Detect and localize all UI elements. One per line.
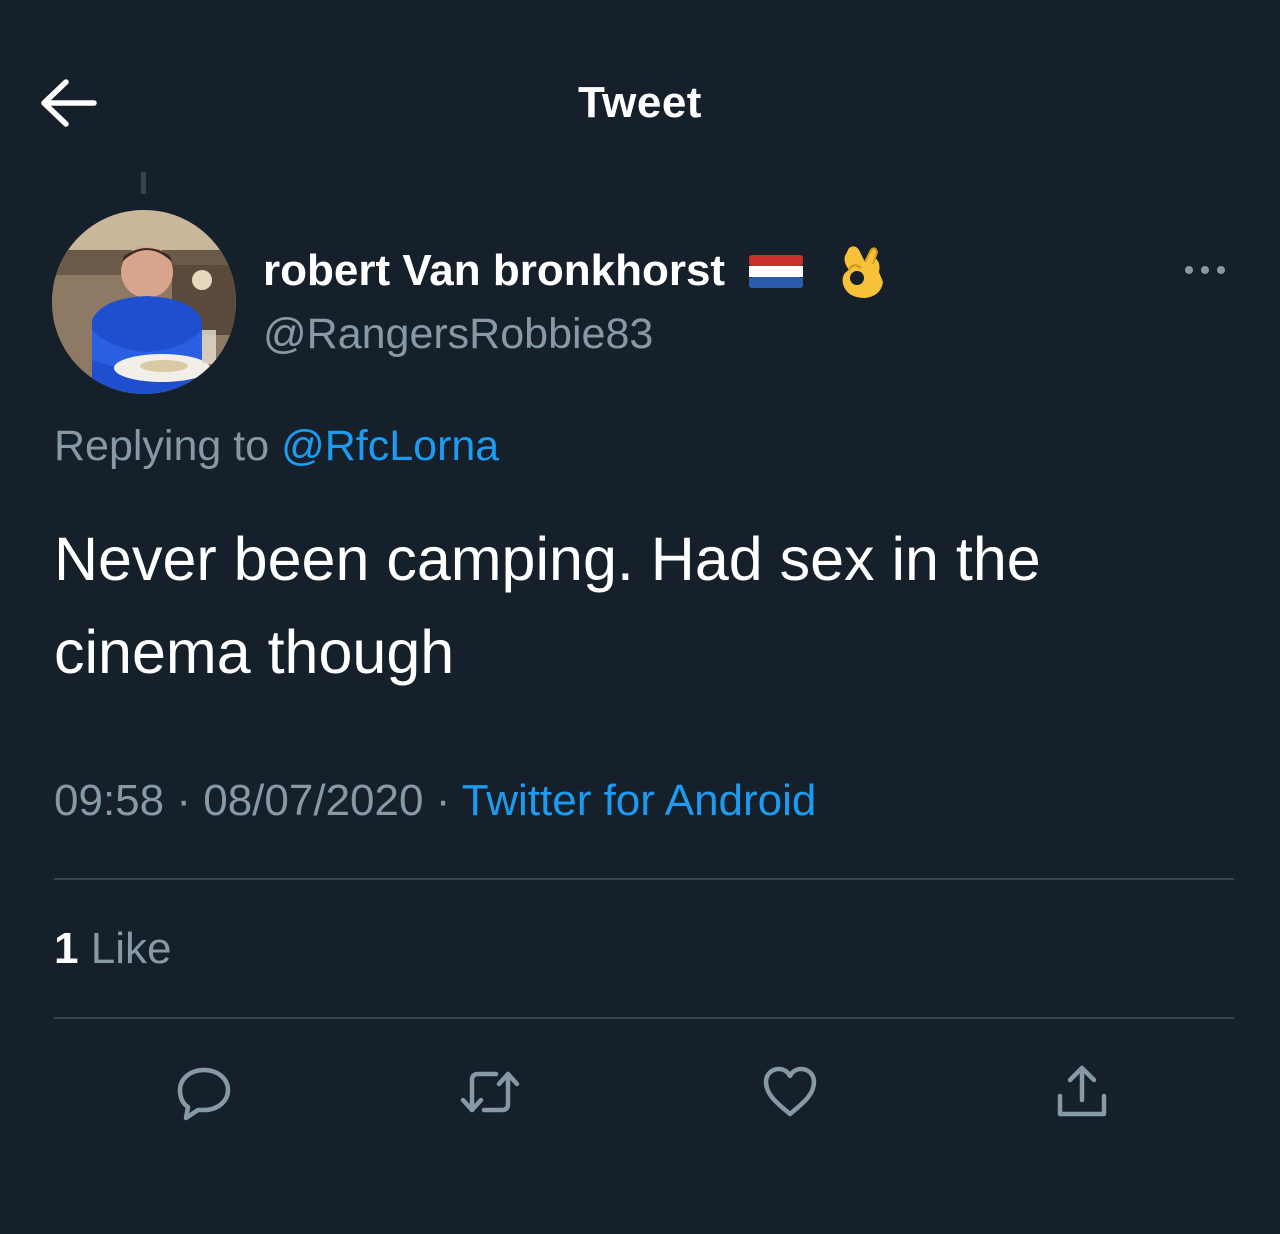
- replying-to-mention[interactable]: @RfcLorna: [281, 422, 499, 470]
- meta-separator: ·: [435, 776, 451, 825]
- thread-connector-line: [141, 172, 146, 194]
- ok-hand-icon: [842, 246, 884, 298]
- tweet-time: 09:58: [54, 776, 165, 825]
- heart-icon: [763, 1066, 817, 1117]
- retweet-icon: [460, 1071, 520, 1113]
- user-display-name[interactable]: robert Van bronkhorst: [263, 242, 889, 300]
- tweet-date: 08/07/2020: [203, 776, 424, 825]
- replying-to: Replying to @RfcLorna: [54, 422, 499, 471]
- user-handle[interactable]: @RangersRobbie83: [263, 310, 653, 359]
- share-icon: [1057, 1065, 1107, 1117]
- avatar-photo: [52, 210, 236, 394]
- reply-button[interactable]: [172, 1060, 236, 1124]
- meta-separator: ·: [176, 776, 191, 825]
- tweet-text: Never been camping. Had sex in the cinem…: [54, 525, 1041, 686]
- tweet-meta: 09:58 · 08/07/2020 · Twitter for Android: [54, 776, 816, 826]
- more-options-icon[interactable]: [1178, 250, 1232, 290]
- replying-to-prefix: Replying to: [54, 422, 270, 470]
- retweet-button[interactable]: [458, 1060, 522, 1124]
- divider: [54, 878, 1234, 880]
- like-button[interactable]: [758, 1060, 822, 1124]
- reply-icon: [177, 1067, 231, 1121]
- likes-number: 1: [54, 924, 79, 973]
- divider: [54, 1017, 1234, 1019]
- likes-count[interactable]: 1 Like: [54, 924, 171, 974]
- netherlands-flag-icon: [749, 255, 804, 288]
- page-title: Tweet: [578, 78, 702, 127]
- top-bar: Tweet: [0, 0, 1280, 200]
- tweet-source[interactable]: Twitter for Android: [462, 776, 817, 825]
- share-button[interactable]: [1050, 1060, 1114, 1124]
- likes-label: Like: [90, 924, 172, 973]
- user-display-name-text: robert Van bronkhorst: [263, 246, 726, 295]
- avatar[interactable]: [52, 210, 236, 394]
